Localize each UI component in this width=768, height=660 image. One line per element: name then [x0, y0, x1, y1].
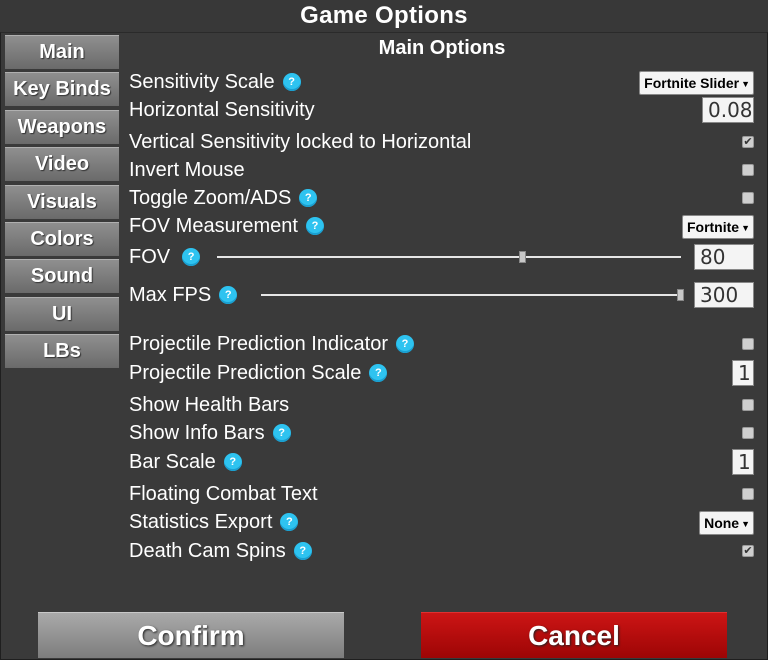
help-icon[interactable]: ?: [219, 286, 238, 304]
tab-key-binds[interactable]: Key Binds: [5, 72, 119, 107]
help-icon[interactable]: ?: [282, 73, 301, 91]
floating-combat-text-checkbox[interactable]: [742, 488, 754, 500]
option-bar-scale: Bar Scale ? 1: [129, 448, 756, 476]
check-icon: ✔: [743, 136, 753, 148]
dropdown-arrow-icon: ▼: [741, 519, 750, 530]
option-label: Show Health Bars: [129, 394, 290, 416]
help-icon[interactable]: ?: [299, 189, 318, 207]
help-icon[interactable]: ?: [280, 513, 299, 531]
fov-input[interactable]: 80: [694, 244, 754, 270]
tab-main[interactable]: Main: [5, 35, 119, 69]
statistics-export-dropdown[interactable]: None ▼: [699, 511, 754, 535]
tab-weapons[interactable]: Weapons: [5, 109, 119, 144]
help-icon[interactable]: ?: [272, 424, 291, 442]
option-horizontal-sensitivity: Horizontal Sensitivity 0.08: [129, 96, 756, 124]
option-label: Death Cam Spins: [129, 540, 286, 562]
help-icon[interactable]: ?: [182, 248, 201, 266]
option-label: Projectile Prediction Scale: [129, 362, 362, 384]
help-icon[interactable]: ?: [369, 364, 388, 382]
option-label: Toggle Zoom/ADS: [129, 187, 292, 209]
option-label: FOV: [129, 246, 171, 268]
tab-ui[interactable]: UI: [5, 296, 119, 331]
option-invert-mouse: Invert Mouse: [129, 156, 756, 184]
confirm-button[interactable]: Confirm: [38, 612, 344, 658]
max-fps-slider-handle[interactable]: [677, 289, 684, 301]
option-fov-measurement: FOV Measurement ? Fortnite ▼: [129, 212, 756, 240]
option-label: Vertical Sensitivity locked to Horizonta…: [129, 131, 472, 153]
help-icon[interactable]: ?: [293, 542, 312, 560]
horizontal-sensitivity-input[interactable]: 0.08: [702, 97, 754, 123]
option-label: Statistics Export: [129, 511, 273, 533]
option-label: Show Info Bars: [129, 422, 265, 444]
dropdown-value: None: [704, 515, 740, 531]
projectile-scale-input[interactable]: 1: [732, 360, 754, 386]
fov-slider-track[interactable]: [217, 256, 681, 258]
option-label: FOV Measurement: [129, 215, 298, 237]
option-label: Floating Combat Text: [129, 483, 318, 505]
max-fps-input[interactable]: 300: [694, 282, 754, 308]
bar-scale-input[interactable]: 1: [732, 449, 754, 475]
help-icon[interactable]: ?: [305, 217, 324, 235]
option-label: Horizontal Sensitivity: [129, 99, 315, 121]
dropdown-arrow-icon: ▼: [741, 223, 750, 234]
toggle-zoom-checkbox[interactable]: [742, 192, 754, 204]
option-projectile-indicator: Projectile Prediction Indicator ?: [129, 330, 756, 358]
option-toggle-zoom: Toggle Zoom/ADS ?: [129, 184, 756, 212]
option-label: Sensitivity Scale: [129, 71, 275, 93]
check-icon: ✔: [743, 545, 753, 557]
help-icon[interactable]: ?: [223, 453, 242, 471]
fov-slider-handle[interactable]: [519, 251, 527, 263]
option-label: Projectile Prediction Indicator: [129, 333, 389, 355]
cancel-button[interactable]: Cancel: [421, 612, 727, 658]
vertical-locked-checkbox[interactable]: ✔: [742, 136, 754, 148]
window-title: Game Options: [0, 0, 768, 32]
help-icon[interactable]: ?: [396, 335, 415, 353]
option-show-info-bars: Show Info Bars ?: [129, 419, 756, 447]
option-label: Invert Mouse: [129, 159, 245, 181]
tab-video[interactable]: Video: [5, 147, 119, 182]
tab-colors[interactable]: Colors: [5, 221, 119, 256]
projectile-indicator-checkbox[interactable]: [742, 338, 754, 350]
sidebar-tabs: Main Key Binds Weapons Video Visuals Col…: [5, 35, 119, 372]
sensitivity-scale-dropdown[interactable]: Fortnite Slider ▼: [639, 71, 754, 95]
option-label: Max FPS: [129, 284, 212, 306]
option-label: Bar Scale: [129, 451, 216, 473]
option-vertical-locked: Vertical Sensitivity locked to Horizonta…: [129, 128, 756, 156]
option-statistics-export: Statistics Export ? None ▼: [129, 508, 756, 536]
tab-lbs[interactable]: LBs: [5, 334, 119, 369]
option-sensitivity-scale: Sensitivity Scale ? Fortnite Slider ▼: [129, 68, 756, 96]
option-death-cam-spins: Death Cam Spins ? ✔: [129, 537, 756, 565]
dropdown-value: Fortnite Slider: [644, 75, 740, 91]
option-floating-combat-text: Floating Combat Text: [129, 480, 756, 508]
option-max-fps: Max FPS ? 300: [129, 281, 756, 309]
fov-measurement-dropdown[interactable]: Fortnite ▼: [681, 215, 754, 239]
max-fps-slider-track[interactable]: [261, 294, 681, 296]
option-projectile-scale: Projectile Prediction Scale ? 1: [129, 359, 756, 387]
death-cam-spins-checkbox[interactable]: ✔: [742, 545, 754, 557]
show-health-bars-checkbox[interactable]: [742, 399, 754, 411]
show-info-bars-checkbox[interactable]: [742, 427, 754, 439]
invert-mouse-checkbox[interactable]: [742, 164, 754, 176]
section-title: Main Options: [378, 37, 506, 59]
tab-sound[interactable]: Sound: [5, 259, 119, 294]
option-fov: FOV ? 80: [129, 243, 756, 271]
dropdown-arrow-icon: ▼: [741, 79, 750, 90]
option-show-health-bars: Show Health Bars: [129, 391, 756, 419]
dropdown-value: Fortnite: [686, 219, 740, 235]
tab-visuals[interactable]: Visuals: [5, 184, 119, 219]
